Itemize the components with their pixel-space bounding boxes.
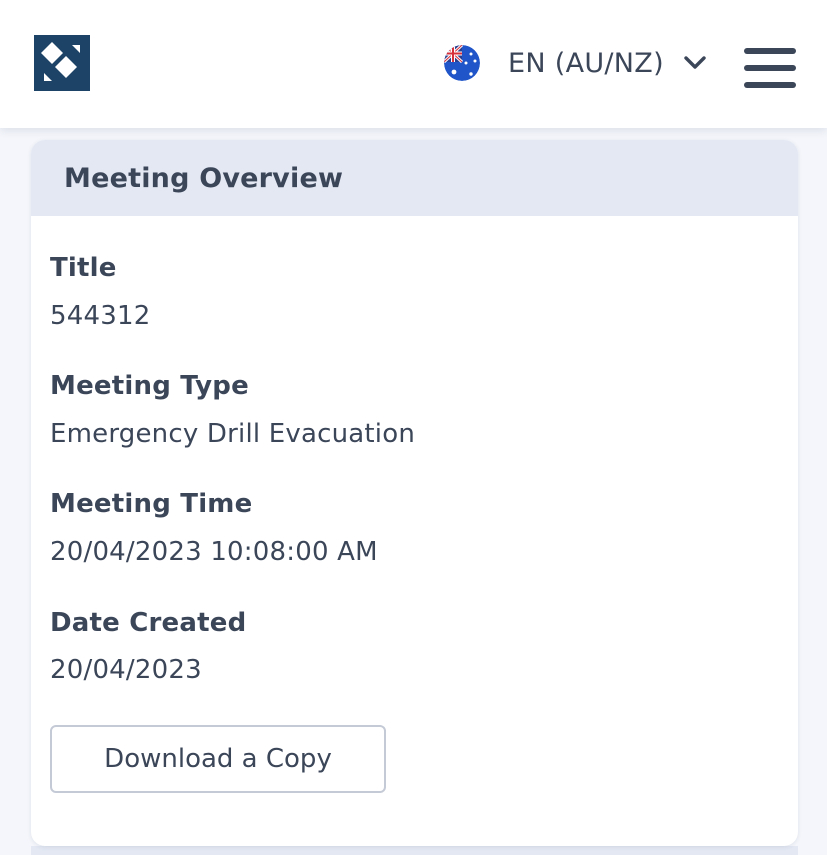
australia-flag-icon bbox=[444, 45, 480, 81]
title-value: 544312 bbox=[50, 301, 151, 331]
date-created-label: Date Created bbox=[50, 608, 247, 638]
meeting-time-value: 20/04/2023 10:08:00 AM bbox=[50, 537, 378, 567]
logo-icon[interactable] bbox=[34, 35, 90, 91]
card-header: Meeting Overview bbox=[31, 140, 798, 216]
download-copy-button[interactable]: Download a Copy bbox=[50, 725, 386, 793]
title-label: Title bbox=[50, 253, 117, 283]
card-title: Meeting Overview bbox=[64, 162, 344, 194]
hamburger-line-bottom bbox=[744, 82, 796, 88]
meeting-time-label: Meeting Time bbox=[50, 489, 253, 519]
top-navigation-bar: EN (AU/NZ) bbox=[0, 0, 827, 128]
hamburger-menu-icon[interactable] bbox=[744, 48, 796, 88]
next-card-edge bbox=[31, 846, 798, 855]
meeting-type-value: Emergency Drill Evacuation bbox=[50, 419, 416, 449]
hamburger-line-middle bbox=[744, 65, 796, 71]
language-label[interactable]: EN (AU/NZ) bbox=[508, 48, 664, 79]
date-created-value: 20/04/2023 bbox=[50, 655, 202, 685]
hamburger-line-top bbox=[744, 48, 796, 54]
meeting-overview-card: Meeting Overview Title 544312 Meeting Ty… bbox=[31, 140, 798, 846]
language-selector[interactable]: EN (AU/NZ) bbox=[444, 44, 706, 82]
chevron-down-icon[interactable] bbox=[684, 56, 706, 70]
meeting-type-label: Meeting Type bbox=[50, 371, 249, 401]
